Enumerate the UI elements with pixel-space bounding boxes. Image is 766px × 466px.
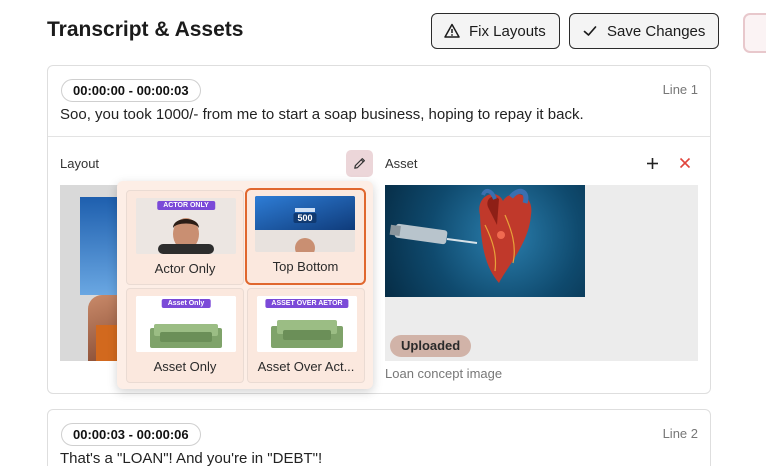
layout-option-label: Top Bottom	[272, 259, 339, 274]
transcript-text[interactable]: Soo, you took 1000/- from me to start a …	[60, 106, 584, 123]
top-bottom-thumbnail: 500	[255, 196, 355, 252]
save-changes-button[interactable]: Save Changes	[569, 13, 719, 49]
line-number: Line 1	[662, 82, 698, 97]
page-title: Transcript & Assets	[47, 18, 244, 41]
layout-tag: Asset Only	[161, 299, 211, 308]
layout-option-asset-only[interactable]: Asset Only Asset Only	[126, 288, 244, 383]
divider	[48, 136, 710, 137]
delete-asset-button[interactable]	[675, 153, 695, 173]
timestamp-badge: 00:00:00 - 00:00:03	[61, 79, 201, 102]
line-number: Line 2	[662, 426, 698, 441]
asset-only-thumbnail: Asset Only	[136, 296, 236, 352]
edit-layout-button[interactable]	[346, 150, 373, 177]
pencil-icon	[354, 158, 365, 169]
layout-option-label: Actor Only	[154, 261, 216, 276]
save-changes-label: Save Changes	[607, 22, 706, 40]
asset-caption: Loan concept image	[385, 366, 503, 381]
transcript-text[interactable]: That's a "LOAN"! And you're in "DEBT"!	[60, 450, 322, 466]
add-asset-button[interactable]	[642, 153, 662, 173]
asset-section-label: Asset	[385, 156, 418, 171]
layout-option-asset-over-actor[interactable]: ASSET OVER AETOR Asset Over Act...	[247, 288, 365, 383]
layout-tag: ACTOR ONLY	[157, 201, 215, 210]
fix-layouts-button[interactable]: Fix Layouts	[431, 13, 560, 49]
actor-only-thumbnail: ACTOR ONLY	[136, 198, 236, 254]
layout-tag: ASSET OVER AETOR	[265, 299, 349, 308]
transcript-line-card: 00:00:03 - 00:00:06 Line 2 That's a "LOA…	[47, 409, 711, 466]
layout-option-label: Asset Only	[153, 359, 217, 374]
asset-preview[interactable]: Uploaded	[385, 185, 698, 361]
layout-section-label: Layout	[60, 156, 100, 171]
layout-option-label: Asset Over Act...	[257, 359, 355, 374]
layout-option-top-bottom[interactable]: 500 Top Bottom	[245, 188, 366, 285]
layout-option-actor-only[interactable]: ACTOR ONLY Actor Only	[126, 190, 244, 285]
upload-status-badge: Uploaded	[390, 335, 472, 357]
layout-preview	[60, 185, 118, 361]
layout-tag: 500	[293, 213, 317, 223]
timestamp-badge: 00:00:03 - 00:00:06	[61, 423, 201, 446]
heart-syringe-image	[385, 185, 585, 297]
close-icon	[679, 157, 691, 169]
partial-header-button[interactable]	[743, 13, 766, 53]
check-icon	[583, 26, 597, 36]
asset-over-actor-thumbnail: ASSET OVER AETOR	[257, 296, 357, 352]
fix-layouts-label: Fix Layouts	[469, 22, 546, 40]
layout-picker-popup: ACTOR ONLY Actor Only 500 Top Bottom Ass…	[117, 181, 373, 389]
warning-triangle-icon	[444, 23, 460, 38]
plus-icon	[646, 157, 658, 169]
